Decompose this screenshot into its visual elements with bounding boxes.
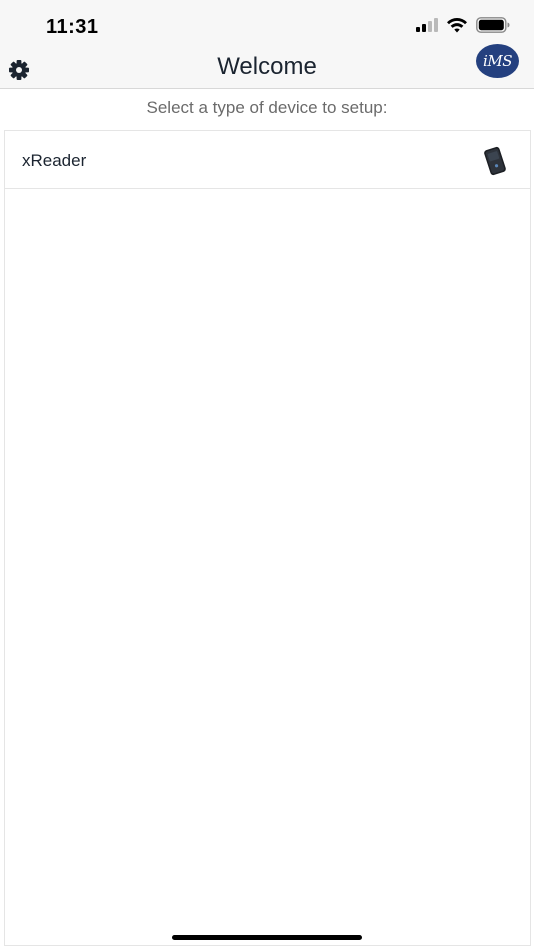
screen: 11:31 Welcome iMS Select a type of devic… (0, 0, 534, 950)
xreader-device-icon (484, 146, 506, 176)
device-item-label: xReader (22, 151, 87, 170)
instruction-text: Select a type of device to setup: (146, 98, 388, 117)
navigation-bar: Welcome iMS (0, 44, 534, 89)
cellular-signal-icon (416, 18, 438, 32)
home-indicator (172, 935, 362, 940)
device-item-xreader[interactable]: xReader (5, 131, 530, 189)
status-bar: 11:31 (0, 0, 534, 50)
battery-icon (476, 17, 510, 33)
ims-logo[interactable]: iMS (476, 44, 519, 78)
page-title: Welcome (217, 53, 317, 80)
status-icons (416, 17, 510, 33)
wifi-icon (447, 17, 467, 33)
logo-text: iMS (483, 52, 512, 70)
status-time: 11:31 (46, 16, 99, 38)
device-list: xReader (4, 130, 531, 946)
